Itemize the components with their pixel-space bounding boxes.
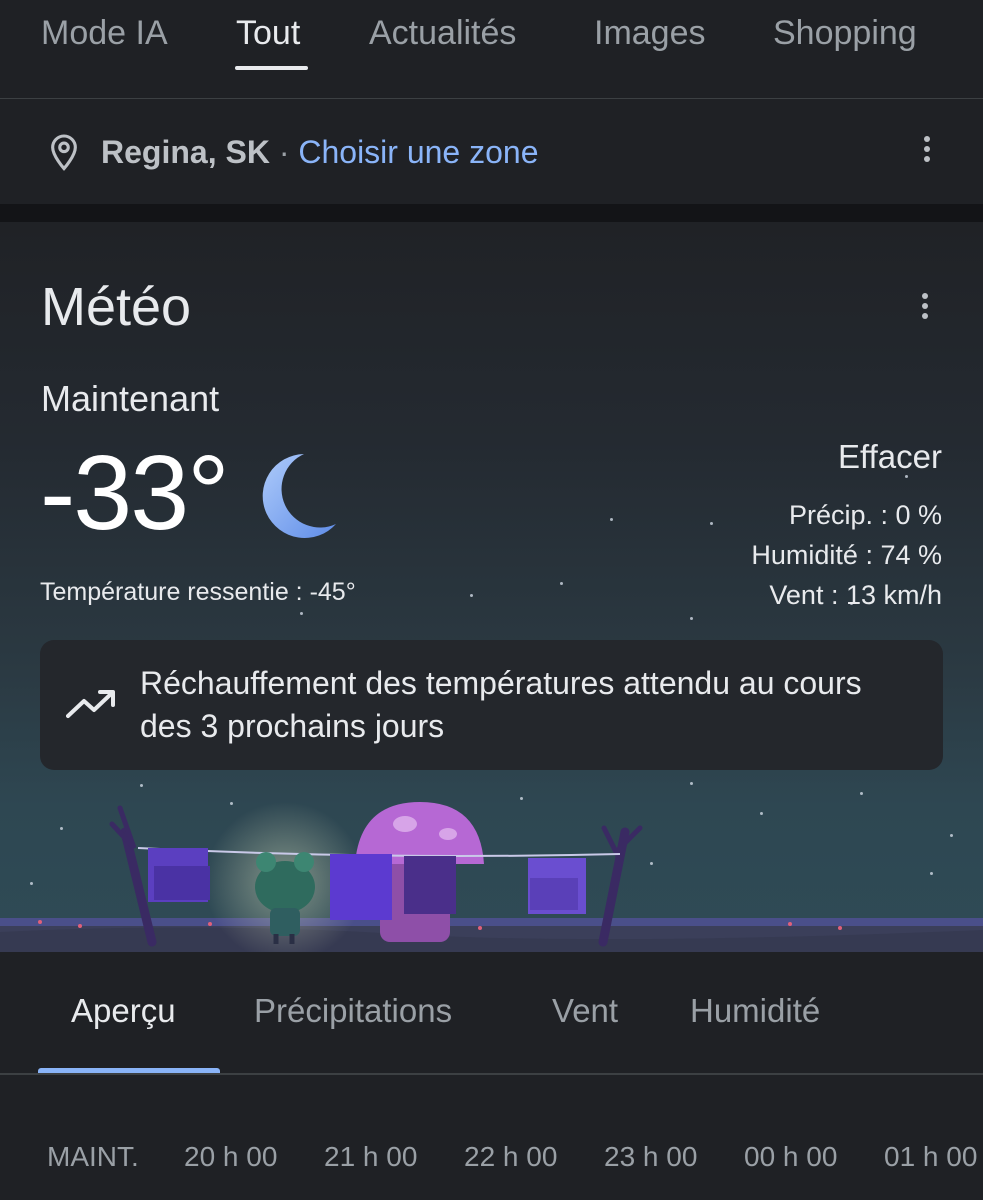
- section-divider: [0, 204, 983, 222]
- wind-stat: Vent : 13 km/h: [769, 580, 942, 610]
- tab-mode-ia[interactable]: Mode IA: [41, 14, 168, 53]
- tab-humidite[interactable]: Humidité: [690, 992, 820, 1030]
- humidity-stat: Humidité : 74 %: [751, 540, 942, 570]
- hour-label: MAINT.: [47, 1141, 139, 1172]
- now-label: Maintenant: [41, 378, 220, 419]
- precipitation-stat: Précip. : 0 %: [788, 500, 942, 530]
- condition-text: Effacer: [838, 438, 942, 475]
- tab-precipitations[interactable]: Précipitations: [254, 992, 452, 1030]
- weather-alert[interactable]: Réchauffement des températures attendu a…: [40, 640, 943, 770]
- weather-more-options-icon[interactable]: [920, 293, 930, 323]
- weather-illustration: [0, 802, 983, 952]
- hour-label: 01 h 00: [884, 1141, 978, 1172]
- location-city: Regina, SK: [101, 134, 270, 170]
- weather-title: Météo: [41, 277, 192, 337]
- location-separator: ·: [278, 134, 290, 170]
- weather-card: Météo Maintenant -33° Température ressen…: [0, 222, 983, 952]
- location-more-options-icon[interactable]: [922, 136, 932, 166]
- hour-label: 00 h 00: [744, 1141, 838, 1172]
- hour-label: 21 h 00: [324, 1141, 418, 1172]
- tab-vent[interactable]: Vent: [552, 992, 618, 1030]
- location-pin-icon: [51, 134, 77, 171]
- hour-label: 22 h 00: [464, 1141, 558, 1172]
- tab-tout[interactable]: Tout: [236, 14, 300, 53]
- active-detail-tab-indicator: [38, 1068, 220, 1073]
- tab-images[interactable]: Images: [594, 14, 706, 53]
- active-tab-indicator: [235, 66, 308, 70]
- choose-zone-link[interactable]: Choisir une zone: [298, 134, 538, 170]
- alert-text: Réchauffement des températures attendu a…: [140, 665, 862, 744]
- tab-apercu[interactable]: Aperçu: [71, 992, 176, 1030]
- location-text: Regina, SK · Choisir une zone: [101, 134, 539, 171]
- hour-label: 23 h 00: [604, 1141, 698, 1172]
- hour-label: 20 h 00: [184, 1141, 278, 1172]
- search-tabs-bar: Mode IA Tout Actualités Images Shopping: [0, 0, 983, 99]
- weather-detail-tabs: Aperçu Précipitations Vent Humidité: [0, 952, 983, 1075]
- moon-icon: [262, 454, 336, 538]
- tab-shopping[interactable]: Shopping: [773, 14, 917, 53]
- current-temperature: -33°: [40, 434, 230, 552]
- trending-up-icon: [66, 690, 115, 718]
- tab-actualites[interactable]: Actualités: [369, 14, 516, 53]
- feels-like-text: Température ressentie : -45°: [40, 578, 356, 606]
